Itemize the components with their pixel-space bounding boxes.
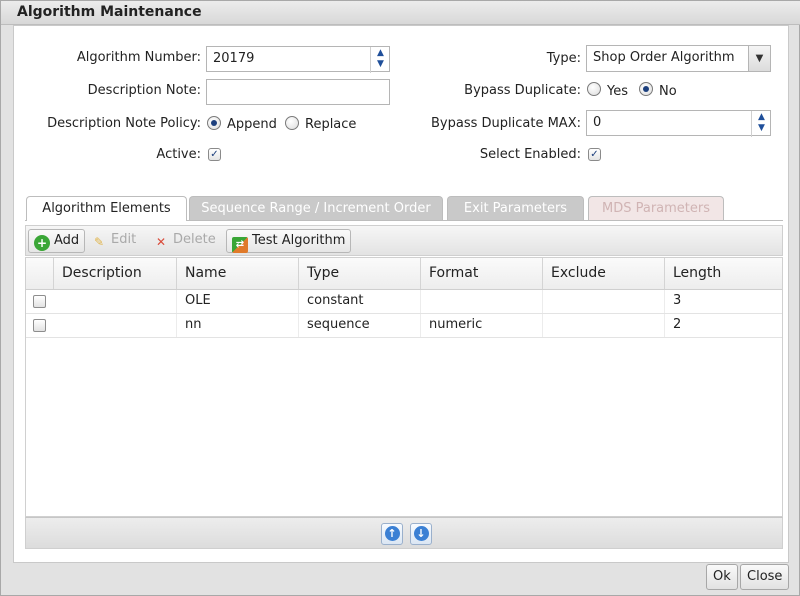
type-label: Type: bbox=[546, 51, 581, 66]
cell-name: OLE bbox=[177, 290, 299, 313]
header-name[interactable]: Name bbox=[177, 258, 299, 289]
active-checkbox[interactable]: ✓ bbox=[208, 148, 221, 161]
bypass-max-spinner: ▲ ▼ bbox=[751, 111, 770, 137]
ok-button[interactable]: Ok bbox=[706, 564, 738, 590]
policy-replace-label: Replace bbox=[305, 117, 357, 132]
type-value: Shop Order Algorithm bbox=[593, 50, 735, 65]
add-icon: + bbox=[34, 235, 50, 251]
test-algorithm-button[interactable]: ⇄ Test Algorithm bbox=[226, 229, 352, 253]
type-select[interactable]: Shop Order Algorithm ▼ bbox=[586, 45, 771, 72]
cell-type: sequence bbox=[299, 314, 421, 337]
tab-exit-parameters[interactable]: Exit Parameters bbox=[447, 196, 584, 220]
cell-type: constant bbox=[299, 290, 421, 313]
cell-exclude bbox=[543, 290, 665, 313]
header-checkbox-column bbox=[26, 258, 54, 289]
table-row[interactable]: OLE constant 3 bbox=[26, 290, 782, 314]
tab-algorithm-elements[interactable]: Algorithm Elements bbox=[26, 196, 187, 221]
bypass-yes-radio[interactable] bbox=[587, 82, 601, 96]
description-note-label: Description Note: bbox=[87, 83, 201, 98]
cell-name: nn bbox=[177, 314, 299, 337]
bypass-no-label: No bbox=[659, 84, 677, 99]
policy-append-label: Append bbox=[227, 117, 277, 132]
row-checkbox[interactable] bbox=[33, 319, 46, 332]
move-down-button[interactable]: ↓ bbox=[410, 523, 432, 545]
edit-button[interactable]: ✎ Edit bbox=[86, 229, 141, 253]
edit-label: Edit bbox=[111, 232, 137, 247]
algorithm-elements-grid: Description Name Type Format Exclude Len… bbox=[25, 257, 783, 517]
table-row[interactable]: nn sequence numeric 2 bbox=[26, 314, 782, 338]
cell-length: 2 bbox=[673, 317, 682, 332]
description-note-input[interactable] bbox=[206, 79, 390, 105]
grid-footer: ↑ ↓ bbox=[25, 517, 783, 549]
select-enabled-checkbox[interactable]: ✓ bbox=[588, 148, 601, 161]
policy-append-radio[interactable] bbox=[207, 116, 221, 130]
spin-down-icon[interactable]: ▼ bbox=[754, 123, 769, 134]
add-button[interactable]: + Add bbox=[28, 229, 86, 253]
delete-label: Delete bbox=[173, 232, 216, 247]
bypass-yes-label: Yes bbox=[607, 84, 628, 99]
cell-exclude bbox=[543, 314, 665, 337]
bypass-duplicate-max-input[interactable]: 0 ▲ ▼ bbox=[586, 110, 771, 137]
row-checkbox[interactable] bbox=[33, 295, 46, 308]
cell-length: 3 bbox=[673, 293, 682, 308]
header-type[interactable]: Type bbox=[299, 258, 421, 289]
algorithm-number-value: 20179 bbox=[213, 51, 255, 66]
chevron-down-icon[interactable]: ▼ bbox=[748, 46, 770, 71]
add-label: Add bbox=[54, 233, 80, 248]
delete-button[interactable]: ✕ Delete bbox=[148, 229, 221, 253]
spin-down-icon[interactable]: ▼ bbox=[373, 59, 388, 70]
policy-replace-radio[interactable] bbox=[285, 116, 299, 130]
grid-header: Description Name Type Format Exclude Len… bbox=[26, 258, 782, 290]
cell-format: numeric bbox=[421, 314, 543, 337]
cell-format bbox=[421, 290, 543, 313]
close-button[interactable]: Close bbox=[740, 564, 790, 590]
tab-sequence-range[interactable]: Sequence Range / Increment Order bbox=[189, 196, 443, 220]
description-note-policy-label: Description Note Policy: bbox=[47, 116, 201, 131]
algorithm-number-input[interactable]: 20179 ▲ ▼ bbox=[206, 46, 390, 73]
header-length[interactable]: Length bbox=[665, 258, 782, 289]
select-enabled-label: Select Enabled: bbox=[479, 147, 581, 162]
test-algorithm-label: Test Algorithm bbox=[252, 233, 346, 248]
header-format[interactable]: Format bbox=[421, 258, 543, 289]
pencil-icon: ✎ bbox=[93, 235, 105, 249]
spin-up-icon[interactable]: ▲ bbox=[373, 48, 388, 59]
active-label: Active: bbox=[156, 147, 201, 162]
cell-description bbox=[54, 290, 177, 313]
header-exclude[interactable]: Exclude bbox=[543, 258, 665, 289]
arrow-up-icon: ↑ bbox=[384, 526, 400, 541]
move-up-button[interactable]: ↑ bbox=[381, 523, 403, 545]
swap-arrows-icon: ⇄ bbox=[232, 237, 248, 253]
delete-icon: ✕ bbox=[155, 235, 167, 249]
spin-up-icon[interactable]: ▲ bbox=[754, 112, 769, 123]
dialog-title: Algorithm Maintenance bbox=[1, 1, 800, 25]
bypass-duplicate-max-label: Bypass Duplicate MAX: bbox=[431, 116, 581, 131]
bypass-duplicate-max-value: 0 bbox=[593, 115, 602, 130]
algorithm-number-label: Algorithm Number: bbox=[76, 50, 201, 65]
grid-toolbar: + Add ✎ Edit ✕ Delete ⇄ Test Algorithm bbox=[25, 225, 783, 256]
bypass-duplicate-label: Bypass Duplicate: bbox=[464, 83, 581, 98]
algorithm-number-spinner: ▲ ▼ bbox=[370, 47, 389, 73]
tab-mds-parameters: MDS Parameters bbox=[588, 196, 724, 220]
algorithm-maintenance-dialog: Algorithm Maintenance Algorithm Number: … bbox=[0, 0, 800, 596]
arrow-down-icon: ↓ bbox=[413, 526, 429, 541]
bypass-no-radio[interactable] bbox=[639, 82, 653, 96]
header-description[interactable]: Description bbox=[54, 258, 177, 289]
cell-description bbox=[54, 314, 177, 337]
